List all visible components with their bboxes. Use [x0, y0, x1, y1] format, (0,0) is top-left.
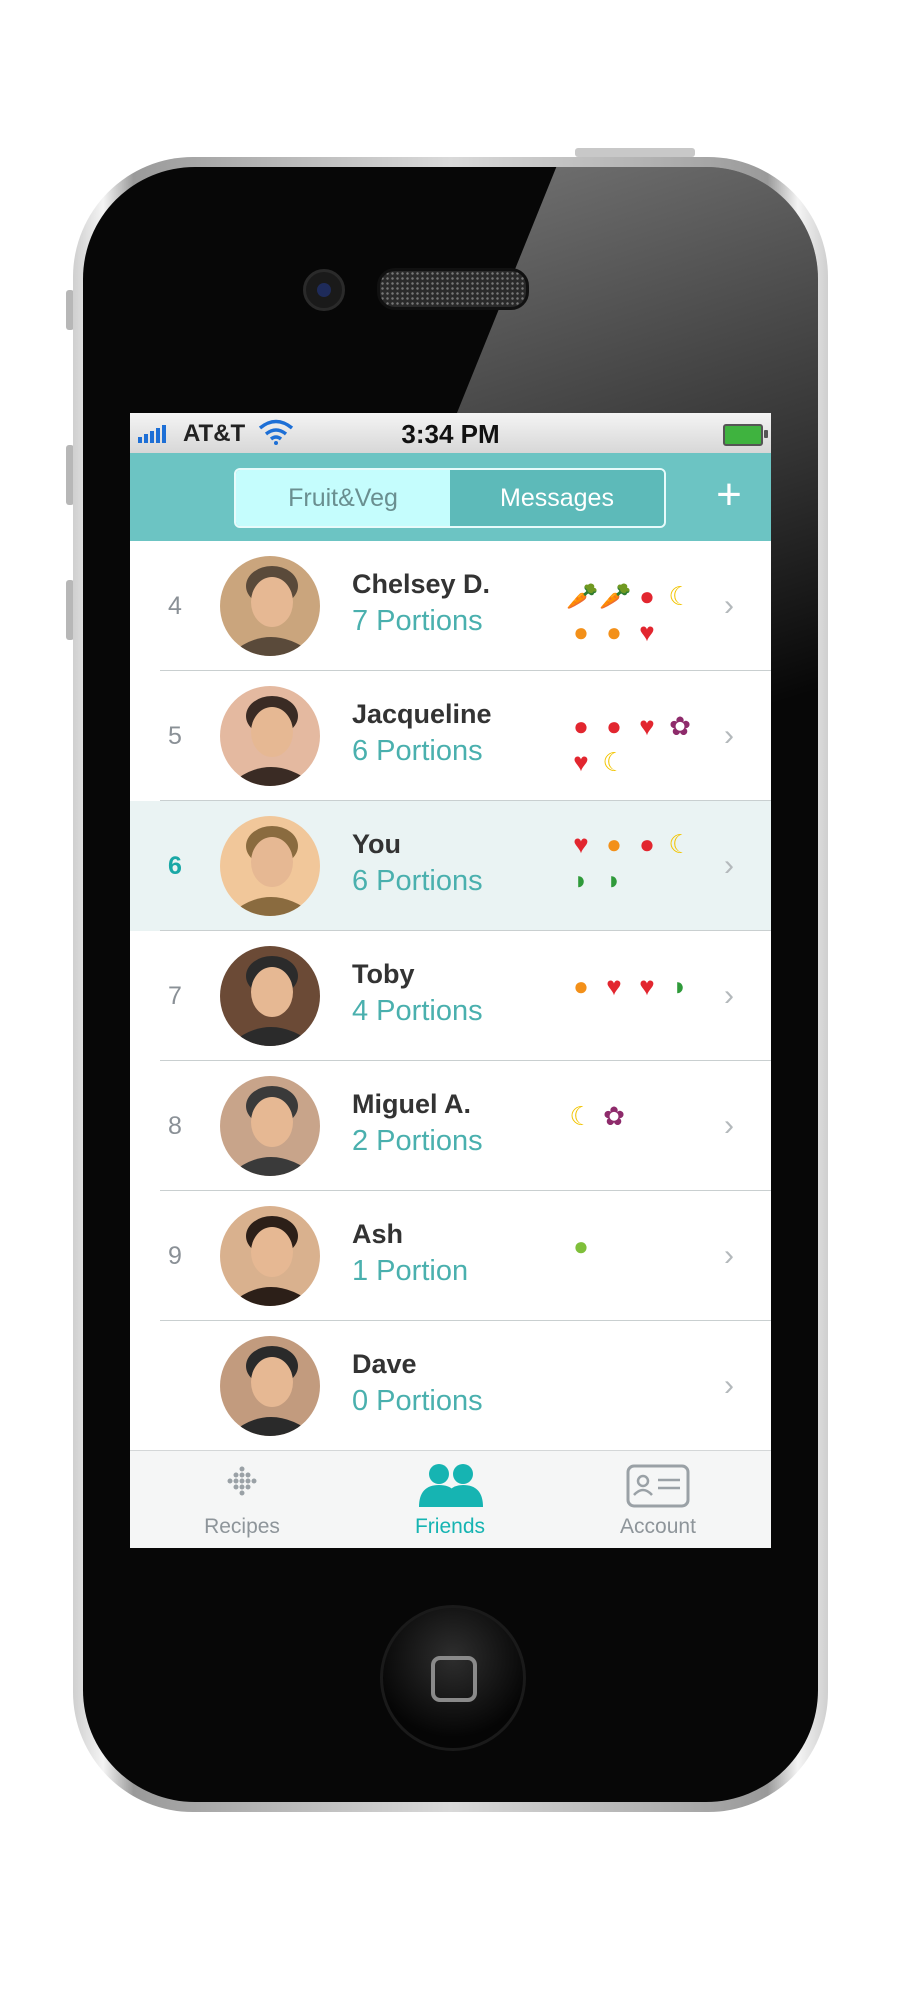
avatar: [220, 556, 320, 656]
portion-count: 4 Portions: [352, 995, 483, 1027]
segmented-control: Fruit&Veg Messages: [234, 468, 666, 528]
tab-friends[interactable]: Friends: [350, 1451, 550, 1548]
portion-count: 1 Portion: [352, 1255, 469, 1287]
id-card-icon: [626, 1464, 690, 1508]
banana-icon: ☾: [569, 1101, 593, 1131]
friend-name: Ash: [352, 1219, 404, 1249]
strawberry-icon: ♥: [639, 711, 655, 741]
banana-icon: ☾: [668, 829, 692, 859]
leaderboard-row[interactable]: 7 Toby 4 Portions ● ♥ ♥ ◗ ›: [130, 931, 771, 1061]
leaderboard-row[interactable]: Dave 0 Portions ›: [130, 1321, 771, 1451]
portion-count: 0 Portions: [352, 1385, 483, 1417]
status-time: 3:34 PM: [401, 419, 500, 449]
orange-icon: ●: [573, 971, 589, 1001]
apple-icon: ●: [573, 711, 589, 741]
strawberry-icon: ♥: [639, 617, 655, 647]
chevron-right-icon: ›: [724, 589, 734, 622]
front-camera: [303, 269, 345, 311]
portion-count: 7 Portions: [352, 605, 483, 637]
friend-name: Dave: [352, 1349, 417, 1379]
plus-icon[interactable]: +: [707, 473, 751, 517]
rank-number: 6: [168, 852, 182, 880]
friend-name: Miguel A.: [352, 1089, 471, 1119]
strawberry-icon: ♥: [573, 747, 589, 777]
app-screen: AT&T 3:34 PM Fruit&Veg Messages + 4 Chels…: [130, 413, 771, 1548]
carrot-icon: 🥕: [566, 581, 599, 611]
leaderboard-row[interactable]: 5 Jacqueline 6 Portions ● ● ♥ ✿ ♥ ☾ ›: [130, 671, 771, 801]
friends-leaderboard: 4 Chelsey D. 7 Portions 🥕 🥕 ● ☾ ● ● ♥ › 5 Jacqueline…: [130, 541, 771, 1451]
rank-number: 4: [168, 592, 182, 620]
nav-bar: Fruit&Veg Messages +: [130, 453, 771, 541]
strawberry-icon: ♥: [606, 971, 622, 1001]
rank-number: 7: [168, 982, 182, 1010]
orange-icon: ●: [606, 829, 622, 859]
tab-bar: Recipes Friends Account: [130, 1450, 771, 1548]
friend-name: Chelsey D.: [352, 569, 491, 599]
carrot-icon: 🥕: [599, 581, 632, 611]
banana-icon: ☾: [668, 581, 692, 611]
segment-fruit-veg[interactable]: Fruit&Veg: [236, 470, 450, 526]
leaderboard-row[interactable]: 4 Chelsey D. 7 Portions 🥕 🥕 ● ☾ ● ● ♥ ›: [130, 541, 771, 671]
tab-friends-label: Friends: [414, 1515, 486, 1538]
avatar: [220, 1076, 320, 1176]
status-bar: AT&T 3:34 PM: [130, 413, 771, 453]
tab-account[interactable]: Account: [558, 1451, 758, 1548]
chevron-right-icon: ›: [724, 1109, 734, 1142]
chevron-right-icon: ›: [724, 1239, 734, 1272]
leaderboard-row[interactable]: 8 Miguel A. 2 Portions ☾ ✿ ›: [130, 1061, 771, 1191]
strawberry-icon: ♥: [639, 971, 655, 1001]
watermelon-icon: ◗: [672, 971, 688, 1001]
apple-icon: ●: [606, 711, 622, 741]
friend-name: You: [352, 829, 401, 859]
portion-count: 6 Portions: [352, 865, 483, 897]
pear-icon: ●: [573, 1231, 589, 1261]
avatar: [220, 946, 320, 1046]
apple-icon: ●: [639, 581, 655, 611]
dots-icon: [227, 1466, 257, 1496]
banana-icon: ☾: [602, 747, 626, 777]
orange-icon: ●: [606, 617, 622, 647]
avatar: [220, 1336, 320, 1436]
friends-icon: [419, 1464, 483, 1507]
earpiece-speaker: [377, 268, 529, 310]
friend-name: Jacqueline: [352, 699, 492, 729]
orange-icon: ●: [573, 617, 589, 647]
battery-charging-icon: [723, 424, 768, 446]
portion-count: 6 Portions: [352, 735, 483, 767]
segment-messages[interactable]: Messages: [450, 470, 664, 526]
tab-recipes-label: Recipes: [204, 1515, 280, 1538]
rank-number: 5: [168, 722, 182, 750]
watermelon-icon: ◗: [606, 865, 622, 895]
avatar: [220, 686, 320, 786]
leaderboard-row[interactable]: 9 Ash 1 Portion ● ›: [130, 1191, 771, 1321]
chevron-right-icon: ›: [724, 1369, 734, 1402]
chevron-right-icon: ›: [724, 719, 734, 752]
leaderboard-row[interactable]: 6 You 6 Portions ♥ ● ● ☾ ◗ ◗ ›: [130, 801, 771, 931]
rank-number: 9: [168, 1242, 182, 1270]
apple-icon: ●: [639, 829, 655, 859]
rank-number: 8: [168, 1112, 182, 1140]
watermelon-icon: ◗: [573, 865, 589, 895]
chevron-right-icon: ›: [724, 979, 734, 1012]
rank-number: [160, 1321, 190, 1451]
home-button[interactable]: [380, 1605, 526, 1751]
grapes-icon: ✿: [669, 711, 691, 741]
portion-count: 2 Portions: [352, 1125, 483, 1157]
avatar: [220, 816, 320, 916]
power-button: [575, 148, 695, 157]
tab-account-label: Account: [620, 1515, 696, 1538]
home-square-icon: [431, 1656, 477, 1702]
avatar: [220, 1206, 320, 1306]
friend-name: Toby: [352, 959, 415, 989]
tab-recipes[interactable]: Recipes: [142, 1451, 342, 1548]
chevron-right-icon: ›: [724, 849, 734, 882]
strawberry-icon: ♥: [573, 829, 589, 859]
grapes-icon: ✿: [603, 1101, 625, 1131]
